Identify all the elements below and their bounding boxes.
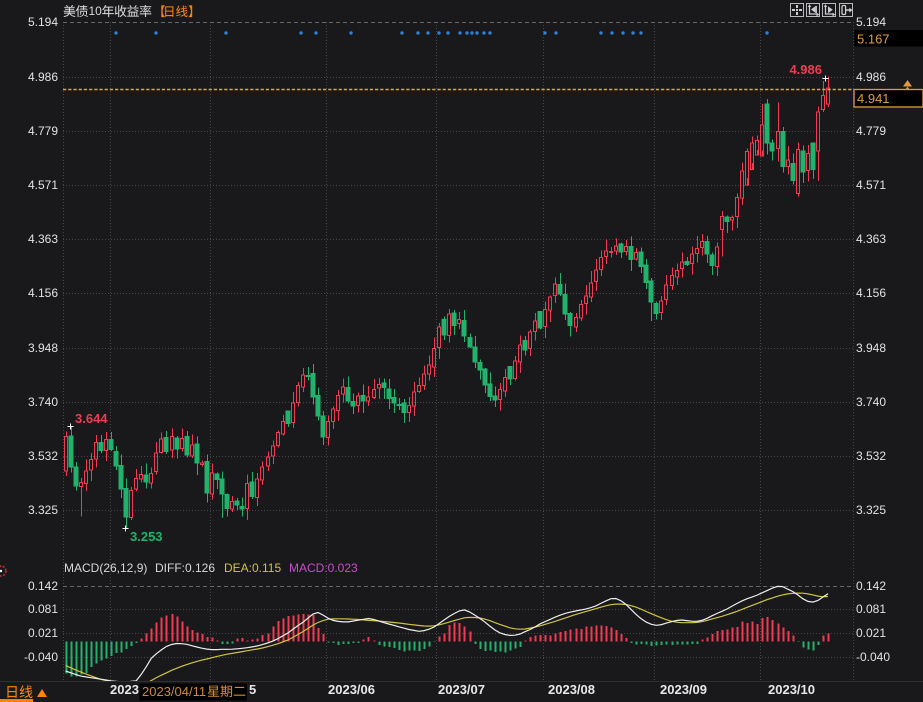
- svg-text:5.167: 5.167: [857, 32, 890, 47]
- svg-text:4.941: 4.941: [857, 91, 890, 106]
- svg-text:3.325: 3.325: [28, 503, 58, 517]
- svg-text:4.156: 4.156: [28, 286, 58, 300]
- svg-text:0.021: 0.021: [28, 626, 58, 640]
- svg-text:5: 5: [249, 682, 256, 697]
- svg-text:-0.040: -0.040: [24, 650, 58, 664]
- svg-text:4.986: 4.986: [856, 70, 886, 84]
- svg-text:4.571: 4.571: [28, 178, 58, 192]
- svg-text:0.081: 0.081: [28, 602, 58, 616]
- svg-text:4.986: 4.986: [789, 62, 822, 77]
- svg-text:4.986: 4.986: [28, 70, 58, 84]
- svg-text:3.644: 3.644: [75, 411, 108, 426]
- svg-text:2023/04/11: 2023/04/11: [142, 684, 206, 699]
- svg-text:0.142: 0.142: [856, 579, 886, 593]
- svg-text:0.081: 0.081: [856, 602, 886, 616]
- svg-text:2023: 2023: [110, 682, 139, 697]
- svg-text:4.571: 4.571: [856, 178, 886, 192]
- svg-text:10: 10: [89, 4, 103, 18]
- svg-text:4.156: 4.156: [856, 286, 886, 300]
- svg-text:DEA:0.115: DEA:0.115: [224, 561, 281, 575]
- svg-text:4.363: 4.363: [28, 232, 58, 246]
- svg-text:3.948: 3.948: [856, 341, 886, 355]
- svg-text:3.948: 3.948: [28, 341, 58, 355]
- svg-text:MACD:0.023: MACD:0.023: [289, 561, 358, 575]
- svg-text:-0.040: -0.040: [856, 650, 890, 664]
- svg-text:4.779: 4.779: [856, 124, 886, 138]
- svg-text:DIFF:0.126: DIFF:0.126: [155, 561, 215, 575]
- svg-text:2023/07: 2023/07: [438, 682, 485, 697]
- svg-text:3.532: 3.532: [28, 449, 58, 463]
- svg-text:4.363: 4.363: [856, 232, 886, 246]
- svg-text:0.021: 0.021: [856, 626, 886, 640]
- svg-text:4.779: 4.779: [28, 124, 58, 138]
- svg-text:0.142: 0.142: [28, 579, 58, 593]
- svg-text:MACD(26,12,9): MACD(26,12,9): [64, 561, 147, 575]
- svg-text:5.194: 5.194: [28, 15, 58, 29]
- svg-text:3.253: 3.253: [130, 529, 163, 544]
- svg-text:2023/10: 2023/10: [768, 682, 815, 697]
- svg-text:3.740: 3.740: [856, 395, 886, 409]
- svg-text:3.532: 3.532: [856, 449, 886, 463]
- svg-text:2023/08: 2023/08: [548, 682, 595, 697]
- svg-text:2023/06: 2023/06: [328, 682, 375, 697]
- svg-text:5.194: 5.194: [856, 15, 886, 29]
- svg-text:3.325: 3.325: [856, 503, 886, 517]
- svg-text:3.740: 3.740: [28, 395, 58, 409]
- svg-text:2023/09: 2023/09: [660, 682, 707, 697]
